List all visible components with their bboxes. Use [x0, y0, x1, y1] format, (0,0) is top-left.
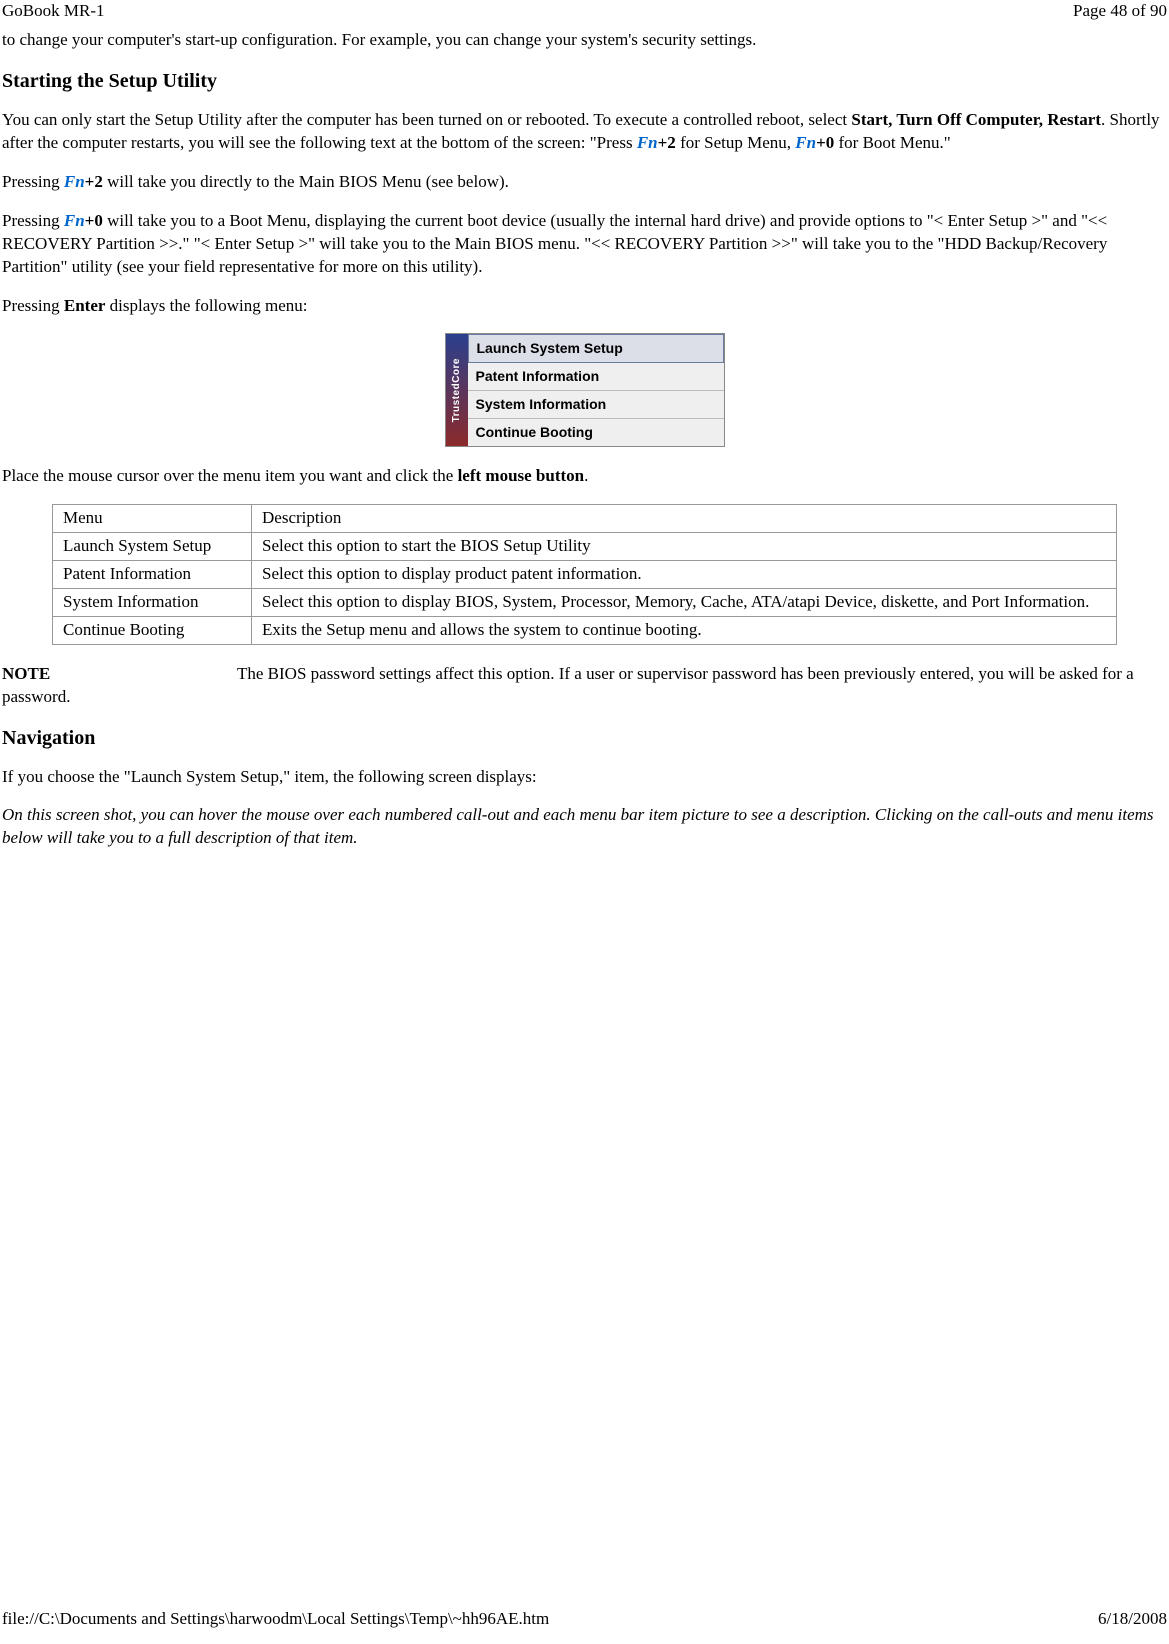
page-footer: file://C:\Documents and Settings\harwood…: [2, 1608, 1167, 1631]
content-body: to change your computer's start-up confi…: [2, 29, 1167, 850]
page-header: GoBook MR-1 Page 48 of 90: [2, 0, 1167, 23]
menu-item-system-info[interactable]: System Information: [468, 391, 724, 419]
menu-items-list: Launch System Setup Patent Information S…: [468, 334, 724, 446]
text-bold: Start, Turn Off Computer, Restart: [851, 110, 1101, 129]
table-cell: Select this option to display BIOS, Syst…: [252, 588, 1117, 616]
text: for Setup Menu,: [676, 133, 795, 152]
text: will take you to a Boot Menu, displaying…: [2, 211, 1107, 276]
table-header-menu: Menu: [53, 504, 252, 532]
table-cell: Select this option to start the BIOS Set…: [252, 532, 1117, 560]
text-bold: left mouse button: [458, 466, 585, 485]
table-row: Launch System Setup Select this option t…: [53, 532, 1117, 560]
doc-title: GoBook MR-1: [2, 0, 104, 23]
paragraph-fn0: Pressing Fn+0 will take you to a Boot Me…: [2, 210, 1167, 279]
note-label: NOTE: [2, 663, 237, 686]
table-cell: Launch System Setup: [53, 532, 252, 560]
key: +0: [85, 211, 103, 230]
key: +0: [816, 133, 834, 152]
fn-key: Fn: [64, 211, 85, 230]
heading-starting-setup: Starting the Setup Utility: [2, 68, 1167, 95]
text: .: [584, 466, 588, 485]
intro-text: to change your computer's start-up confi…: [2, 29, 1167, 52]
file-path: file://C:\Documents and Settings\harwood…: [2, 1608, 549, 1631]
text: Pressing: [2, 172, 64, 191]
table-cell: System Information: [53, 588, 252, 616]
text: You can only start the Setup Utility aft…: [2, 110, 851, 129]
paragraph-nav-intro: If you choose the "Launch System Setup,"…: [2, 766, 1167, 789]
table-cell: Exits the Setup menu and allows the syst…: [252, 616, 1117, 644]
text-bold: Enter: [64, 296, 106, 315]
note-paragraph: NOTEThe BIOS password settings affect th…: [2, 663, 1167, 709]
text: Pressing: [2, 296, 64, 315]
menu-item-launch-setup[interactable]: Launch System Setup: [468, 334, 724, 363]
paragraph-reboot: You can only start the Setup Utility aft…: [2, 109, 1167, 155]
menu-item-patent-info[interactable]: Patent Information: [468, 363, 724, 391]
table-cell: Select this option to display product pa…: [252, 560, 1117, 588]
text: for Boot Menu.": [834, 133, 951, 152]
key: +2: [85, 172, 103, 191]
paragraph-nav-hint: On this screen shot, you can hover the m…: [2, 804, 1167, 850]
footer-date: 6/18/2008: [1098, 1608, 1167, 1631]
page-number: Page 48 of 90: [1073, 0, 1167, 23]
fn-key: Fn: [795, 133, 816, 152]
menu-side-label: TrustedCore: [450, 358, 464, 422]
paragraph-enter: Pressing Enter displays the following me…: [2, 295, 1167, 318]
text: will take you directly to the Main BIOS …: [103, 172, 509, 191]
trustedcore-menu-figure: TrustedCore Launch System Setup Patent I…: [445, 333, 725, 447]
fn-key: Fn: [637, 133, 658, 152]
text: Place the mouse cursor over the menu ite…: [2, 466, 458, 485]
table-row: Patent Information Select this option to…: [53, 560, 1117, 588]
text: Pressing: [2, 211, 64, 230]
key: +2: [658, 133, 676, 152]
table-cell: Patent Information: [53, 560, 252, 588]
menu-item-continue-boot[interactable]: Continue Booting: [468, 419, 724, 446]
fn-key: Fn: [64, 172, 85, 191]
table-row: Menu Description: [53, 504, 1117, 532]
table-row: System Information Select this option to…: [53, 588, 1117, 616]
text: displays the following menu:: [105, 296, 307, 315]
heading-navigation: Navigation: [2, 725, 1167, 752]
table-row: Continue Booting Exits the Setup menu an…: [53, 616, 1117, 644]
table-header-description: Description: [252, 504, 1117, 532]
menu-description-table: Menu Description Launch System Setup Sel…: [52, 504, 1117, 645]
menu-side-brand: TrustedCore: [446, 334, 468, 446]
paragraph-cursor: Place the mouse cursor over the menu ite…: [2, 465, 1167, 488]
paragraph-fn2: Pressing Fn+2 will take you directly to …: [2, 171, 1167, 194]
table-cell: Continue Booting: [53, 616, 252, 644]
